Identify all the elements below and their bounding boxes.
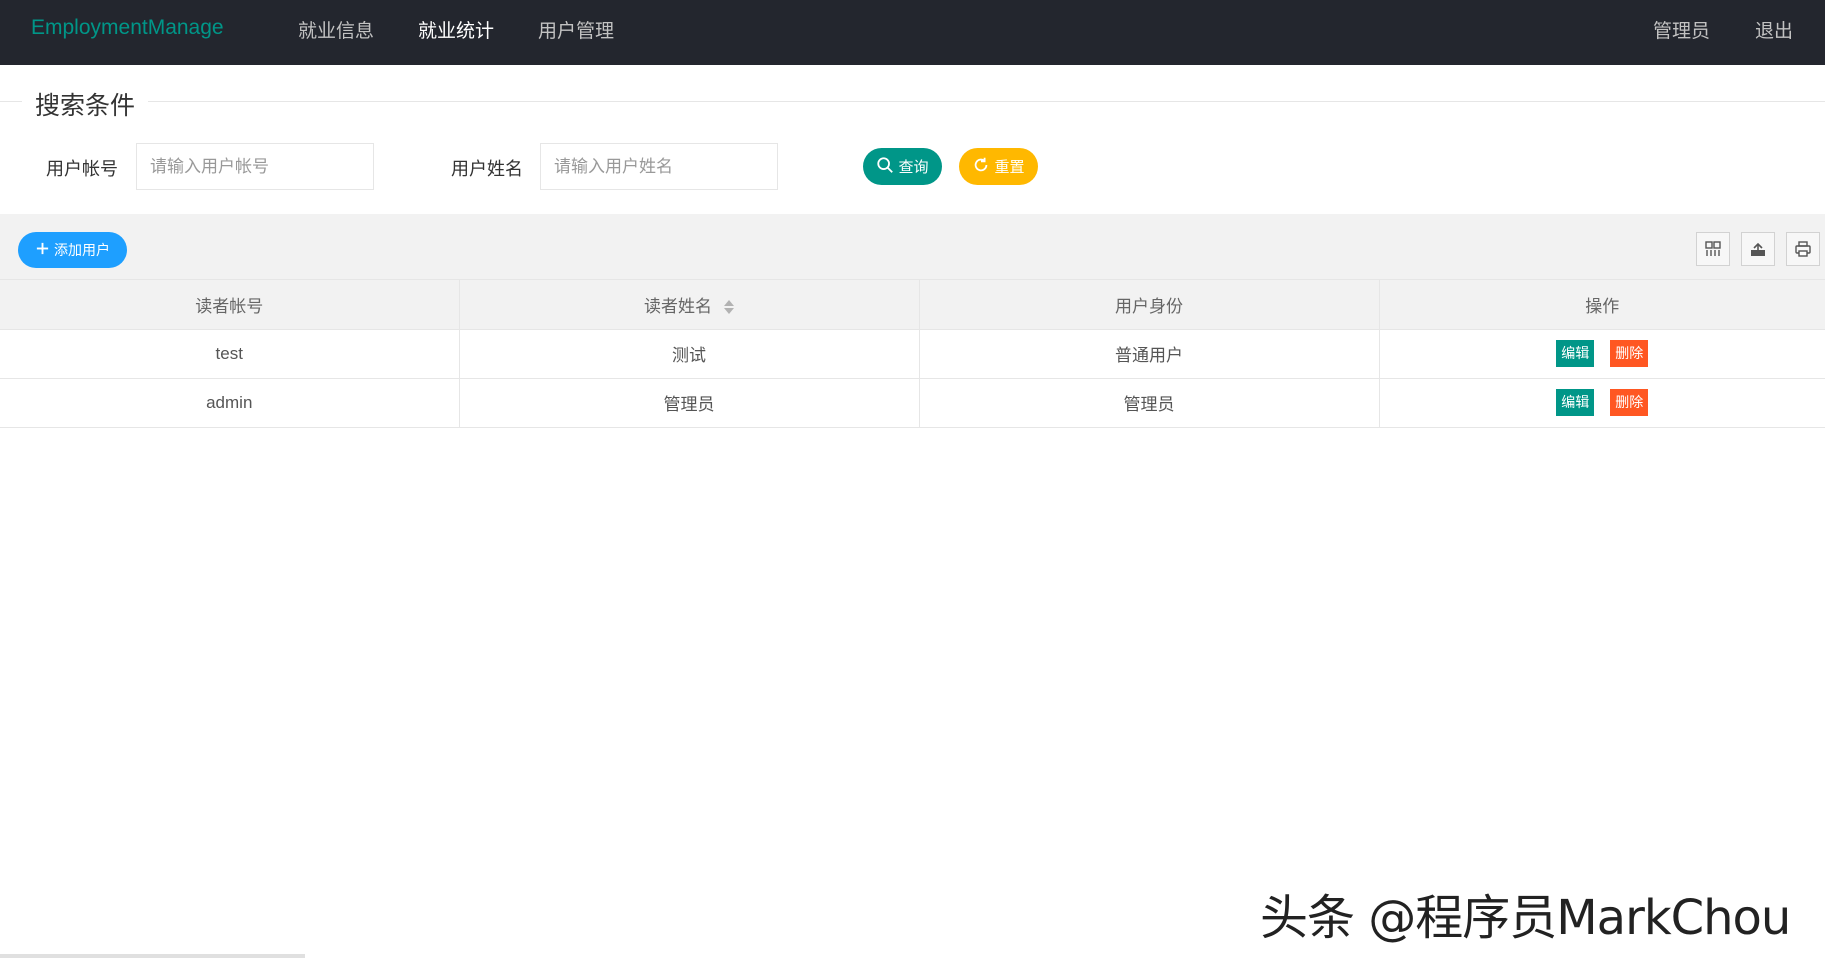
print-icon[interactable]	[1786, 232, 1820, 266]
users-table: 读者帐号 读者姓名 用户身份 操作 test 测试 普通用户 编辑 删除 admi…	[0, 280, 1825, 428]
reset-label: 重置	[994, 159, 1025, 176]
column-header-name[interactable]: 读者姓名	[459, 280, 920, 330]
table-row: test 测试 普通用户 编辑 删除	[0, 329, 1825, 379]
nav-logout[interactable]: 退出	[1755, 16, 1793, 43]
top-navbar: EmploymentManage 就业信息 就业统计 用户管理 管理员 退出	[0, 0, 1825, 65]
refresh-icon	[972, 156, 990, 178]
query-label: 查询	[898, 159, 929, 176]
search-legend: 搜索条件	[35, 86, 136, 122]
app-logo[interactable]: EmploymentManage	[31, 16, 224, 40]
cell-name: 测试	[459, 329, 920, 379]
cell-role: 管理员	[919, 378, 1380, 428]
search-icon	[876, 156, 894, 178]
nav-item-employment-info[interactable]: 就业信息	[298, 16, 374, 43]
export-icon[interactable]	[1741, 232, 1775, 266]
column-header-actions: 操作	[1379, 280, 1825, 330]
nav-item-employment-stats[interactable]: 就业统计	[418, 16, 494, 43]
edit-button[interactable]: 编辑	[1556, 389, 1595, 416]
edit-button[interactable]: 编辑	[1556, 340, 1595, 367]
cell-account: test	[0, 329, 460, 379]
fieldset-border	[148, 101, 1825, 102]
cell-actions: 编辑 删除	[1379, 378, 1825, 428]
horizontal-scrollbar[interactable]	[0, 954, 305, 958]
nav-user-menu[interactable]: 管理员	[1653, 16, 1710, 43]
column-header-account: 读者帐号	[0, 280, 460, 330]
columns-filter-icon[interactable]	[1696, 232, 1730, 266]
column-header-role: 用户身份	[919, 280, 1380, 330]
table-row: admin 管理员 管理员 编辑 删除	[0, 378, 1825, 428]
fieldset-border	[0, 101, 22, 102]
query-button[interactable]: 查询	[863, 148, 942, 185]
account-input[interactable]	[136, 143, 374, 190]
delete-button[interactable]: 删除	[1610, 340, 1649, 367]
cell-role: 普通用户	[919, 329, 1380, 379]
watermark: 头条 @程序员MarkChou	[1260, 890, 1791, 946]
plus-icon	[35, 241, 50, 259]
add-user-button[interactable]: 添加用户	[18, 232, 127, 268]
account-label: 用户帐号	[46, 159, 118, 179]
cell-account: admin	[0, 378, 460, 428]
cell-name: 管理员	[459, 378, 920, 428]
name-label: 用户姓名	[451, 159, 523, 179]
cell-actions: 编辑 删除	[1379, 329, 1825, 379]
reset-button[interactable]: 重置	[959, 148, 1038, 185]
delete-button[interactable]: 删除	[1610, 389, 1649, 416]
table-toolbar: 添加用户	[0, 218, 1825, 280]
name-input[interactable]	[540, 143, 778, 190]
sort-icon[interactable]	[724, 299, 734, 315]
nav-item-user-management[interactable]: 用户管理	[538, 16, 614, 43]
table-header-row: 读者帐号 读者姓名 用户身份 操作	[0, 280, 1825, 330]
add-user-label: 添加用户	[54, 242, 110, 258]
